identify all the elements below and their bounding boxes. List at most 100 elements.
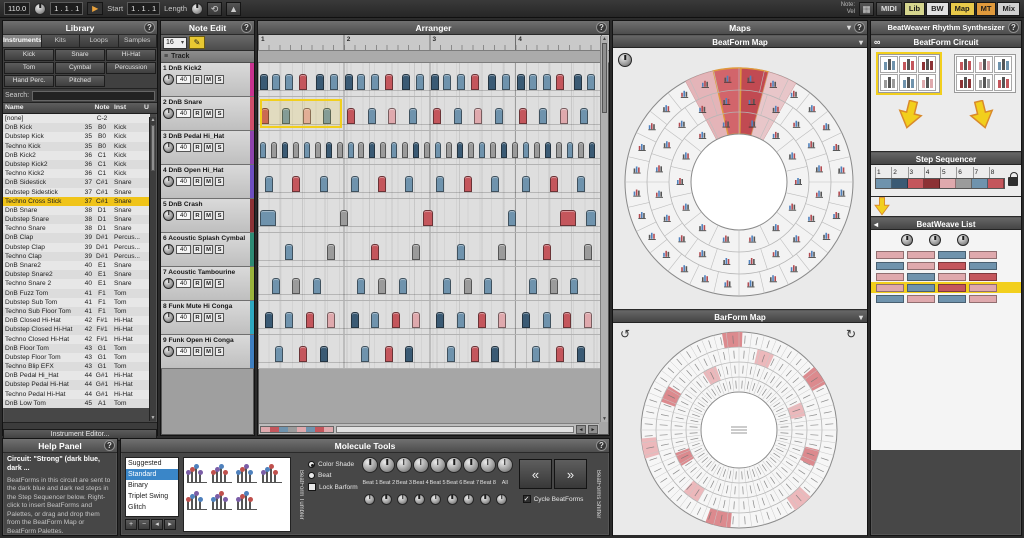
note-event[interactable] [464,176,472,192]
step-sequencer-bar[interactable]: Step Sequencer [871,152,1021,165]
note-event[interactable] [320,346,328,362]
note-event[interactable] [491,176,499,192]
note-event[interactable] [351,312,359,328]
search-input[interactable] [32,91,155,101]
beat-4-knob[interactable] [413,457,429,473]
arranger-row[interactable] [258,267,601,301]
mini-knob[interactable] [447,494,458,505]
chevron-down-icon[interactable]: ▾ [847,21,851,35]
category-kick[interactable]: Kick [4,49,54,61]
note-event[interactable] [369,142,375,158]
loop-icon[interactable]: ⟲ [207,2,222,16]
list-item[interactable]: Binary [126,480,178,491]
table-row[interactable]: Techno Snare38D1Snare [3,224,150,233]
note-event[interactable] [484,278,492,294]
table-row[interactable]: DnB Snare240E1Snare [3,261,150,270]
barform-map[interactable] [613,323,865,536]
track-strip[interactable]: 2 DnB Snare40RMS [161,97,254,131]
note-event[interactable] [560,210,576,226]
hscroll-thumb[interactable] [336,426,574,433]
step-strip[interactable] [875,178,1005,189]
note-event[interactable] [272,278,280,294]
beat-knob[interactable]: All [496,457,513,486]
cycle-beatforms-option[interactable]: ✓ Cycle BeatForms [523,495,584,503]
beat-knob[interactable]: Beat 4 [412,457,429,486]
note-event[interactable] [412,244,420,260]
beatform-cell[interactable] [994,56,1012,73]
list-item[interactable]: Triplet Swing [126,491,178,502]
beat-option[interactable]: Beat [308,472,358,479]
track-r-button[interactable]: R [193,109,202,118]
lock-icon[interactable] [1008,177,1018,186]
track-value[interactable]: 40 [176,75,191,84]
table-row[interactable]: DnB Snare38D1Snare [3,206,150,215]
tab-samples[interactable]: Samples [119,35,158,47]
note-event[interactable] [378,278,386,294]
table-row[interactable]: Techno Sub Floor Tom41F1Tom [3,307,150,316]
checkbox-icon[interactable] [308,483,316,491]
beat-1-knob[interactable] [362,457,378,473]
note-event[interactable] [457,312,465,328]
note-event[interactable] [577,176,585,192]
beatform-cell[interactable] [975,74,993,91]
table-row[interactable]: DnB Closed Hi-Hat42F#1Hi-Hat [3,316,150,325]
note-event[interactable] [371,74,379,90]
arranger-hscrollbar[interactable]: ◄ ► [259,423,599,434]
category-cymbal[interactable]: Cymbal [55,62,105,74]
note-event[interactable] [272,74,280,90]
track-knob[interactable] [163,244,174,255]
note-event[interactable] [457,74,465,90]
note-event[interactable] [490,142,496,158]
add-item-icon[interactable]: + [125,519,137,530]
note-event[interactable] [523,142,529,158]
track-r-button[interactable]: R [193,211,202,220]
arranger-row[interactable] [258,301,601,335]
table-row[interactable]: Dubstep Snare38D1Snare [3,215,150,224]
note-event[interactable] [327,244,335,260]
track-value[interactable]: 40 [176,211,191,220]
track-value[interactable]: 40 [176,347,191,356]
table-row[interactable]: DnB Low Tom45A1Tom [3,399,150,408]
track-s-button[interactable]: S [215,75,224,84]
note-event[interactable] [271,142,277,158]
note-event[interactable] [413,142,419,158]
table-row[interactable]: Dubstep Pedal Hi-Hat44G#1Hi-Hat [3,380,150,389]
track-strip[interactable]: 5 DnB Crash40RMS [161,199,254,233]
track-strip[interactable]: 3 DnB Pedal Hi_Hat40RMS [161,131,254,165]
track-s-button[interactable]: S [215,177,224,186]
note-event[interactable] [498,312,506,328]
note-event[interactable] [436,176,444,192]
note-event[interactable] [327,312,335,328]
track-m-button[interactable]: M [204,177,213,186]
note-event[interactable] [478,312,486,328]
note-event[interactable] [385,346,393,362]
track-value[interactable]: 40 [176,109,191,118]
note-event[interactable] [378,176,386,192]
pencil-tool-button[interactable]: ✎ [189,36,205,49]
panel-button-bw[interactable]: BW [926,2,949,16]
mini-knob[interactable] [414,494,425,505]
scroll-up-icon[interactable]: ▲ [601,36,608,42]
step-segment[interactable] [876,179,892,188]
note-event[interactable] [416,74,424,90]
note-event[interactable] [543,244,551,260]
selection-box[interactable] [260,99,342,128]
help-icon[interactable]: ? [1008,22,1019,33]
track-knob[interactable] [163,210,174,221]
note-event[interactable] [435,142,441,158]
step-segment[interactable] [988,179,1004,188]
beatform-cell[interactable] [899,74,917,91]
arranger-row[interactable] [258,199,601,233]
beatform-cell[interactable] [899,56,917,73]
scroll-up-icon[interactable]: ▲ [150,117,156,123]
note-event[interactable] [320,176,328,192]
track-s-button[interactable]: S [215,245,224,254]
track-strip[interactable]: 6 Acoustic Splash Cymbal40RMS [161,233,254,267]
category-handperc[interactable]: Hand Perc. [4,75,54,87]
table-row[interactable]: DnB Kick35B0Kick [3,123,150,132]
beatform-cell[interactable] [956,74,974,91]
beatform-glyph[interactable] [212,488,232,510]
note-event[interactable] [388,108,396,124]
beatform-tumbler[interactable] [183,457,291,532]
note-event[interactable] [574,74,582,90]
